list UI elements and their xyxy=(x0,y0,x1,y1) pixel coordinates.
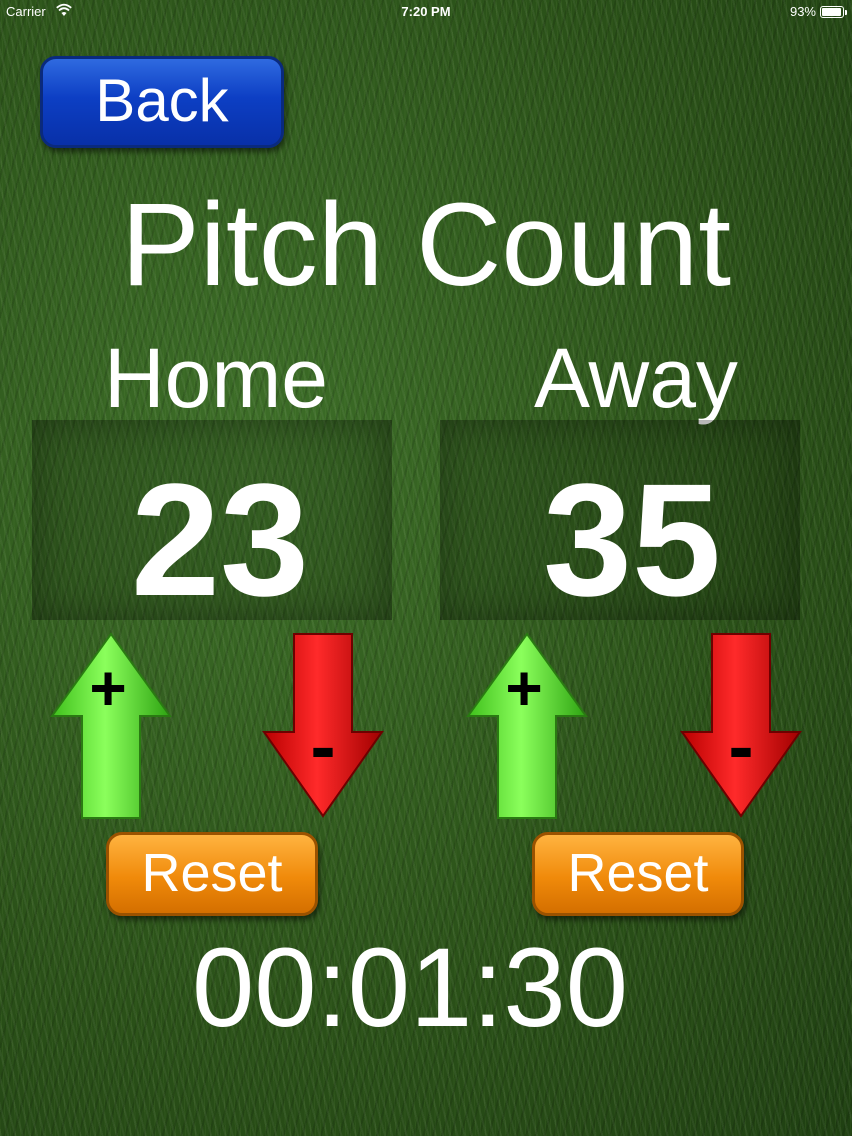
game-timer: 00:01:30 xyxy=(192,925,628,1050)
red-down-arrow-icon: - xyxy=(680,633,802,818)
home-team-label: Home xyxy=(103,331,329,425)
home-increment-button[interactable]: + xyxy=(50,632,172,820)
green-up-arrow-icon: + xyxy=(50,632,172,819)
away-decrement-button[interactable]: - xyxy=(680,632,802,818)
battery-percent: 93% xyxy=(789,4,816,19)
red-down-arrow-icon: - xyxy=(262,633,384,818)
minus-sign: - xyxy=(310,704,335,789)
plus-sign: + xyxy=(505,652,542,724)
home-pitch-count: 23 xyxy=(131,450,309,629)
away-pitch-count: 35 xyxy=(543,450,721,629)
home-reset-button[interactable]: Reset xyxy=(106,832,318,916)
battery-fill xyxy=(822,8,841,16)
clock-time: 7:20 PM xyxy=(401,4,451,19)
home-decrement-button[interactable]: - xyxy=(262,632,384,818)
page-title: Pitch Count xyxy=(121,179,731,311)
away-increment-button[interactable]: + xyxy=(466,632,588,820)
battery-icon xyxy=(820,6,847,18)
green-up-arrow-icon: + xyxy=(466,632,588,819)
back-button[interactable]: Back xyxy=(40,56,284,148)
minus-sign: - xyxy=(728,704,753,789)
plus-sign: + xyxy=(89,652,126,724)
status-bar: Carrier 7:20 PM 93% xyxy=(0,0,852,24)
away-reset-button[interactable]: Reset xyxy=(532,832,744,916)
away-team-label: Away xyxy=(534,331,738,425)
